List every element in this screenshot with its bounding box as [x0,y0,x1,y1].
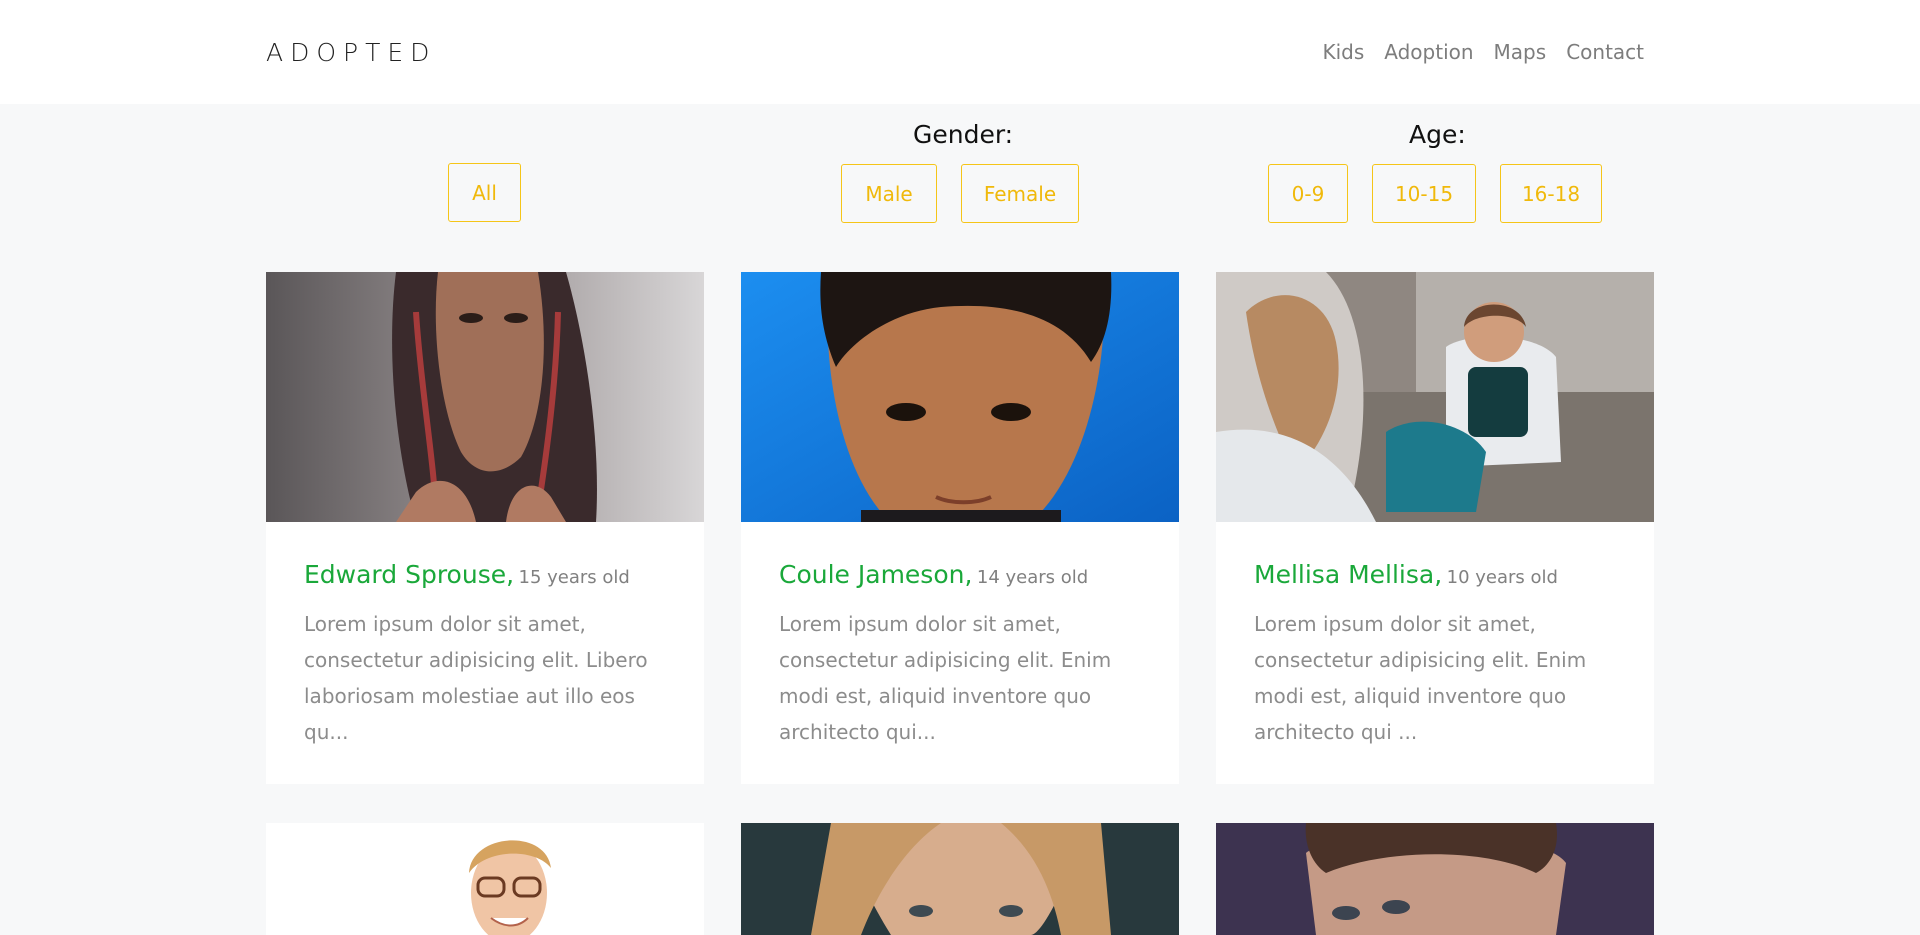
kid-name[interactable]: Edward Sprouse, [304,560,514,589]
nav-link-kids[interactable]: Kids [1322,40,1364,64]
kid-photo[interactable] [1216,823,1654,935]
gender-filter-title: Gender: [913,120,1014,149]
kid-description: Lorem ipsum dolor sit amet, consectetur … [1254,612,1587,744]
nav-link-maps[interactable]: Maps [1494,40,1547,64]
nav-link-contact[interactable]: Contact [1566,40,1644,64]
brand-logo[interactable]: ADOPTED [266,38,436,67]
kid-photo[interactable] [266,272,704,522]
nav-links: Kids Adoption Maps Contact [1322,40,1644,64]
kid-age: 10 years old [1446,567,1558,588]
kid-photo[interactable] [741,823,1179,935]
kid-name[interactable]: Coule Jameson, [779,560,972,589]
kid-description: Lorem ipsum dolor sit amet, consectetur … [304,612,648,744]
filter-all-button[interactable]: All [448,163,521,222]
kid-card[interactable]: Mellisa Mellisa, 10 years old Lorem ipsu… [1216,272,1654,784]
kid-description: Lorem ipsum dolor sit amet, consectetur … [779,612,1112,744]
age-filter-title: Age: [1409,120,1466,149]
kid-card[interactable] [1216,823,1654,935]
kid-photo[interactable] [266,823,704,935]
kid-card[interactable]: Edward Sprouse, 15 years old Lorem ipsum… [266,272,704,784]
navbar: ADOPTED Kids Adoption Maps Contact [0,0,1920,104]
filter-age-0-9-button[interactable]: 0-9 [1268,164,1348,223]
kid-card[interactable] [741,823,1179,935]
kid-age: 15 years old [518,567,630,588]
kid-age: 14 years old [976,567,1089,588]
filter-age-10-15-button[interactable]: 10-15 [1372,164,1476,223]
kid-name[interactable]: Mellisa Mellisa, [1254,560,1442,589]
filter-female-button[interactable]: Female [961,164,1079,223]
kid-photo[interactable] [741,272,1179,522]
filter-age-16-18-button[interactable]: 16-18 [1500,164,1602,223]
filter-male-button[interactable]: Male [841,164,937,223]
kid-photo[interactable] [1216,272,1654,522]
nav-link-adoption[interactable]: Adoption [1384,40,1473,64]
kid-card[interactable] [266,823,704,935]
kid-card[interactable]: Coule Jameson, 14 years old Lorem ipsum … [741,272,1179,784]
